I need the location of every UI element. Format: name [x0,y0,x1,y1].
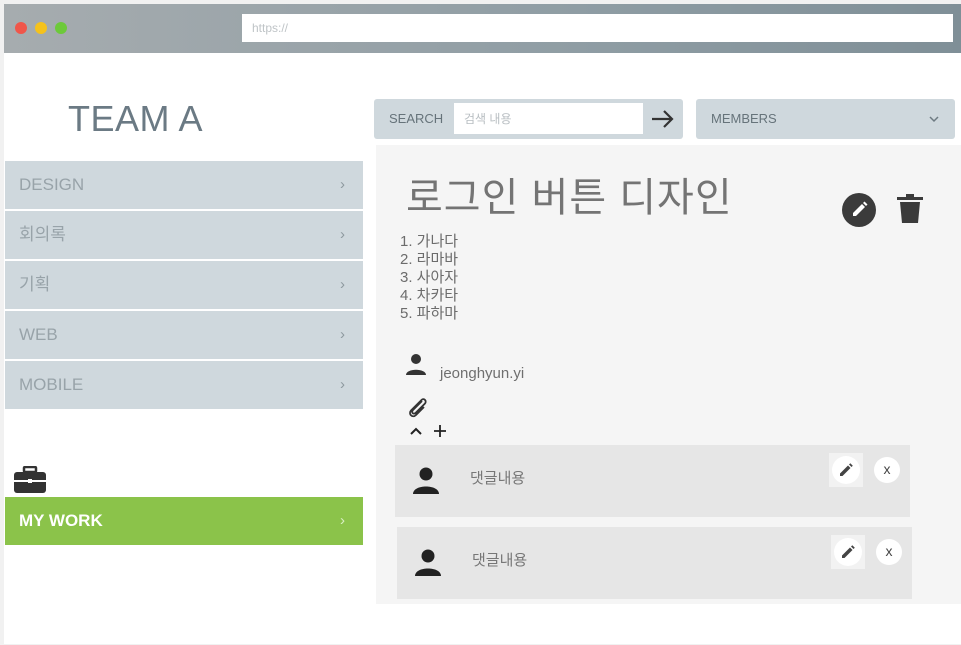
plus-icon[interactable] [432,423,448,439]
sidebar-item-minutes[interactable]: 회의록 › [5,211,363,259]
edit-icon [842,545,855,558]
assignee-name: jeonghyun.yi [440,365,525,382]
person-icon [413,467,439,494]
search-bar: SEARCH [374,99,683,139]
list-item: 4. 차카타 [400,287,459,304]
chevron-right-icon: › [340,512,345,529]
sidebar-item-label: MOBILE [19,375,84,394]
chevron-right-icon: › [340,276,345,293]
edit-icon [840,463,853,476]
chevron-right-icon: › [340,176,345,193]
list-item: 2. 라마바 [400,251,459,268]
members-label: MEMBERS [711,111,777,126]
delete-comment-button[interactable]: x [874,457,900,483]
minimize-window-button[interactable] [35,22,47,34]
sidebar-item-label: MY WORK [19,511,103,530]
delete-comment-button[interactable]: x [876,539,902,565]
sidebar-item-mobile[interactable]: MOBILE › [5,361,363,409]
sidebar-item-label: WEB [19,325,58,344]
browser-titlebar: https:// [4,4,961,53]
sidebar-item-label: 기획 [19,275,51,294]
chevron-right-icon: › [340,326,345,343]
person-icon [406,354,426,375]
sidebar-item-planning[interactable]: 기획 › [5,261,363,309]
edit-icon [853,201,868,216]
trash-icon[interactable] [896,193,924,225]
sidebar-item-mywork[interactable]: MY WORK › [5,497,363,545]
chevron-right-icon: › [340,226,345,243]
maximize-window-button[interactable] [55,22,67,34]
close-window-button[interactable] [15,22,27,34]
team-title: TEAM A [68,98,204,139]
browser-window: https:// TEAM A DESIGN › 회의록 › 기획 › WEB … [4,4,961,644]
sidebar-item-label: 회의록 [19,225,66,244]
comment-text: 댓글내용 [470,470,526,487]
search-label: SEARCH [389,111,444,126]
list-item: 3. 사아자 [400,269,459,286]
comment-text: 댓글내용 [472,552,528,569]
person-icon [415,549,441,576]
task-title: 로그인 버튼 디자인 [406,176,733,220]
edit-comment-button[interactable] [831,535,865,569]
members-dropdown[interactable]: MEMBERS [696,99,955,139]
sidebar-item-web[interactable]: WEB › [5,311,363,359]
url-bar[interactable]: https:// [242,14,953,42]
sidebar-item-design[interactable]: DESIGN › [5,161,363,209]
task-checklist: 1. 가나다 2. 라마바 3. 사아자 4. 차카타 5. 파하마 [400,233,458,323]
chevron-up-icon[interactable] [408,423,424,439]
arrow-right-icon[interactable] [651,108,675,130]
briefcase-icon [14,466,46,493]
comment-item: 댓글내용 x [397,527,912,599]
search-input[interactable] [454,103,643,134]
list-item: 5. 파하마 [400,305,459,322]
chevron-down-icon [929,116,939,123]
comment-item: 댓글내용 x [395,445,910,517]
paperclip-icon[interactable] [406,395,430,419]
edit-task-button[interactable] [842,193,876,227]
sidebar-item-label: DESIGN [19,175,85,194]
chevron-right-icon: › [340,376,345,393]
edit-comment-button[interactable] [829,453,863,487]
list-item: 1. 가나다 [400,233,459,250]
task-detail-panel: 로그인 버튼 디자인 1. 가나다 2. 라마바 3. 사아자 4. 차카타 5… [376,145,961,604]
